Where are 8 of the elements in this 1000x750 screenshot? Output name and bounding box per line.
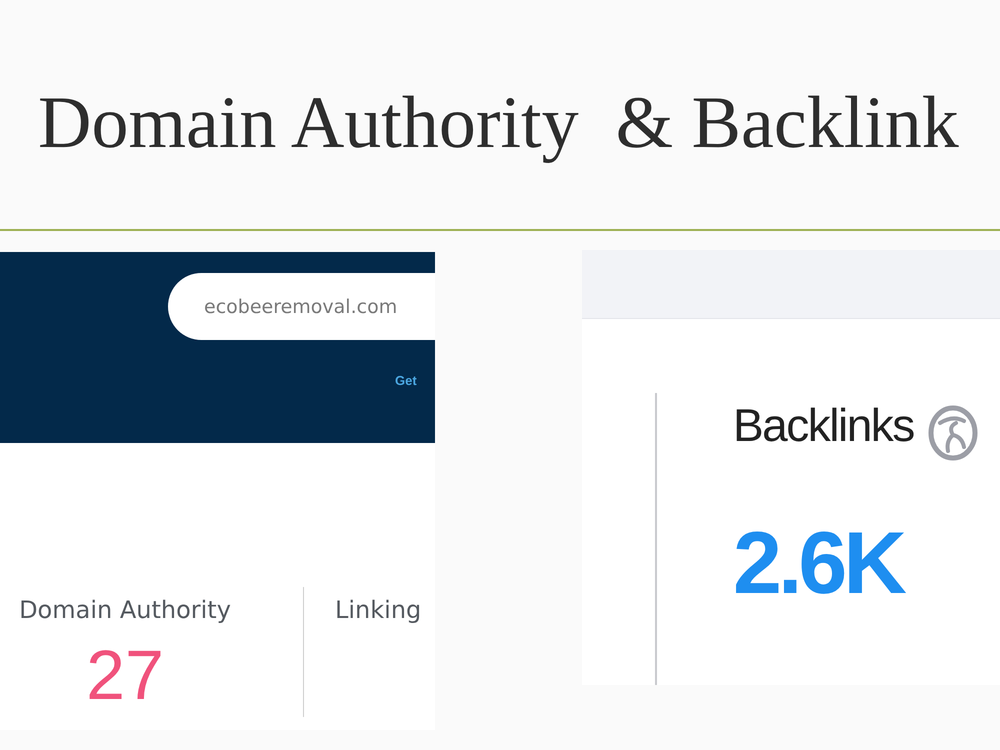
stat-label: Linking bbox=[335, 596, 422, 624]
metric-value: 2.6K bbox=[733, 519, 903, 607]
swirl-icon bbox=[928, 405, 978, 461]
link-text[interactable]: Get bbox=[395, 373, 417, 388]
search-field[interactable]: ecobeeremoval.com bbox=[168, 273, 435, 340]
metric-label: Backlinks bbox=[733, 402, 914, 448]
stat-value: 27 bbox=[86, 640, 164, 710]
stat-label: Domain Authority bbox=[19, 596, 231, 625]
